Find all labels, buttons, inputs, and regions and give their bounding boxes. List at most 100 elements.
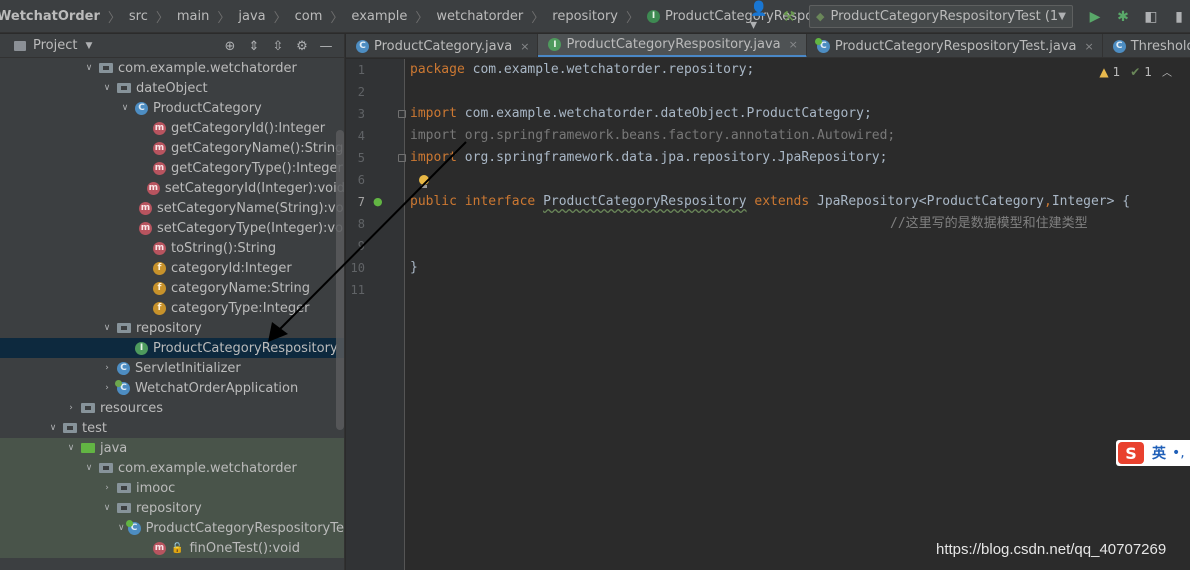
close-icon[interactable]: × [1085, 40, 1094, 53]
tree-row[interactable]: m setCategoryId(Integer):void [0, 178, 345, 198]
tree-item-label: toString():String [171, 240, 277, 256]
tree-row[interactable]: m setCategoryType(Integer):void [0, 218, 344, 238]
tree-row[interactable]: m getCategoryType():Integer [0, 158, 344, 178]
expanded-arrow-icon[interactable]: ∨ [46, 423, 60, 433]
watermark: https://blog.csdn.net/qq_40707269 [936, 541, 1167, 558]
tree-scrollbar[interactable] [336, 130, 344, 430]
editor-tab[interactable]: C ProductCategoryRespositoryTest.java × [807, 34, 1103, 57]
expanded-arrow-icon[interactable]: ∨ [100, 503, 114, 513]
expanded-arrow-icon[interactable]: ∨ [118, 523, 125, 533]
expanded-arrow-icon[interactable]: ∨ [118, 103, 132, 113]
tree-row[interactable]: ∨ repository [0, 318, 344, 338]
breadcrumb-item[interactable]: WetchatOrder [0, 9, 100, 24]
ime-mode[interactable]: 英 [1152, 443, 1166, 463]
tree-row[interactable]: f categoryName:String [0, 278, 344, 298]
tree-item-label: categoryName:String [171, 280, 310, 296]
locate-icon[interactable]: ⊕ [220, 36, 240, 56]
expanded-arrow-icon[interactable]: ∨ [82, 463, 96, 473]
breadcrumb-item[interactable]: java [238, 9, 265, 24]
breadcrumb-item[interactable]: example [351, 9, 407, 24]
ime-punctuation[interactable]: •, [1172, 445, 1185, 461]
package-folder-icon [99, 63, 113, 73]
line-number: 10 [350, 261, 365, 275]
editor-tab[interactable]: I ProductCategoryRespository.java × [538, 34, 807, 57]
project-header[interactable]: Project ▼ ⊕ ⇕ ⇳ ⚙ — [0, 34, 344, 58]
line-number: 11 [350, 283, 365, 297]
debug-icon[interactable]: ✱ [1112, 6, 1134, 28]
tree-row[interactable]: m 🔓 finOneTest():void [0, 538, 344, 558]
breadcrumb-item[interactable]: repository [552, 9, 618, 24]
editor-gutter: 1 2 3 4 5 6 7 8 9 10 11 ● [346, 59, 405, 570]
tab-label: ThresholdFilter.java [1130, 38, 1190, 54]
tree-row[interactable]: › resources [0, 398, 344, 418]
project-icon [14, 40, 26, 51]
collapsed-arrow-icon[interactable]: › [100, 383, 114, 393]
expanded-arrow-icon[interactable]: ∨ [100, 323, 114, 333]
close-icon[interactable]: × [789, 38, 798, 51]
chevron-up-icon[interactable]: ︿ [1162, 64, 1172, 79]
tree-item-label: imooc [136, 480, 176, 496]
tree-row[interactable]: m toString():String [0, 238, 344, 258]
expanded-arrow-icon[interactable]: ∨ [64, 443, 78, 453]
expand-all-icon[interactable]: ⇕ [244, 36, 264, 56]
tree-row[interactable]: ∨ com.example.wetchatorder [0, 458, 344, 478]
tree-row[interactable]: m setCategoryName(String):void [0, 198, 344, 218]
tree-row[interactable]: › C ServletInitializer [0, 358, 344, 378]
method-icon: m [153, 241, 166, 255]
coverage-icon[interactable]: ◧ [1140, 6, 1162, 28]
interface-name: ProductCategoryRespository [543, 194, 747, 209]
collapsed-arrow-icon[interactable]: › [64, 403, 78, 413]
expanded-arrow-icon[interactable]: ∨ [82, 63, 96, 73]
tree-row[interactable]: ∨ C ProductCategoryRespositoryTest [0, 518, 344, 538]
editor-tab[interactable]: C ThresholdFilter.java [1103, 34, 1190, 57]
collapse-all-icon[interactable]: ⇳ [268, 36, 288, 56]
expanded-arrow-icon[interactable]: ∨ [100, 83, 114, 93]
collapsed-arrow-icon[interactable]: › [100, 363, 114, 373]
code-editor[interactable]: package com.example.wetchatorder.reposit… [406, 59, 1190, 570]
project-tool-window: Project ▼ ⊕ ⇕ ⇳ ⚙ — ∨ com.example.wetchat… [0, 34, 345, 570]
method-icon: m [153, 141, 166, 155]
tree-item-label: getCategoryId():Integer [171, 120, 326, 136]
run-configuration-select[interactable]: ◆ ProductCategoryRespositoryTest (1) ▼ [809, 5, 1073, 28]
inspection-widget[interactable]: ▲ 1 ✔ 1 ︿ [1099, 64, 1172, 80]
breadcrumb-item[interactable]: wetchatorder [436, 9, 523, 24]
editor-tab[interactable]: C ProductCategory.java × [346, 34, 539, 57]
close-icon[interactable]: × [520, 40, 529, 53]
build-hammer-icon[interactable]: ⚒ [778, 6, 800, 28]
ime-logo: S [1118, 442, 1144, 464]
more-run-icon[interactable]: ▮ [1168, 6, 1190, 28]
intention-bulb-icon[interactable] [418, 175, 430, 189]
collapsed-arrow-icon[interactable]: › [100, 483, 114, 493]
ime-toolbar[interactable]: S 英 •, [1116, 440, 1190, 466]
line-number: 9 [357, 239, 365, 253]
tree-item-label: setCategoryId(Integer):void [164, 180, 345, 196]
tree-row[interactable]: ∨ dateObject [0, 78, 344, 98]
implemented-interface-icon[interactable]: ● [373, 195, 383, 208]
tree-row[interactable]: ∨ test [0, 418, 344, 438]
tree-row[interactable]: I ProductCategoryRespository [0, 338, 344, 358]
user-icon[interactable]: 👤▾ [750, 1, 772, 33]
tree-row[interactable]: ∨ repository [0, 498, 344, 518]
tree-row[interactable]: › C WetchatOrderApplication [0, 378, 344, 398]
test-class-icon: C [814, 37, 830, 53]
tree-row[interactable]: ∨ C ProductCategory [0, 98, 344, 118]
breadcrumb-item[interactable]: main [177, 9, 209, 24]
tree-row[interactable]: › imooc [0, 478, 344, 498]
hide-panel-icon[interactable]: — [316, 36, 336, 56]
tree-row[interactable]: ∨ com.example.wetchatorder [0, 58, 344, 78]
tree-row[interactable]: ∨ java [0, 438, 344, 458]
run-icon[interactable]: ▶ [1084, 6, 1106, 28]
tree-row[interactable]: m getCategoryName():String [0, 138, 344, 158]
test-class-icon: C [125, 519, 141, 535]
breadcrumb-item[interactable]: com [295, 9, 323, 24]
settings-gear-icon[interactable]: ⚙ [292, 36, 312, 56]
fold-marker[interactable] [398, 110, 406, 118]
test-source-folder-icon [81, 443, 95, 453]
tree-row[interactable]: f categoryType:Integer [0, 298, 344, 318]
fold-marker[interactable] [398, 154, 406, 162]
class-icon: C [1112, 39, 1126, 53]
tree-row[interactable]: m getCategoryId():Integer [0, 118, 344, 138]
class-icon: C [117, 361, 130, 375]
tree-row[interactable]: f categoryId:Integer [0, 258, 344, 278]
breadcrumb-item[interactable]: src [129, 9, 148, 24]
